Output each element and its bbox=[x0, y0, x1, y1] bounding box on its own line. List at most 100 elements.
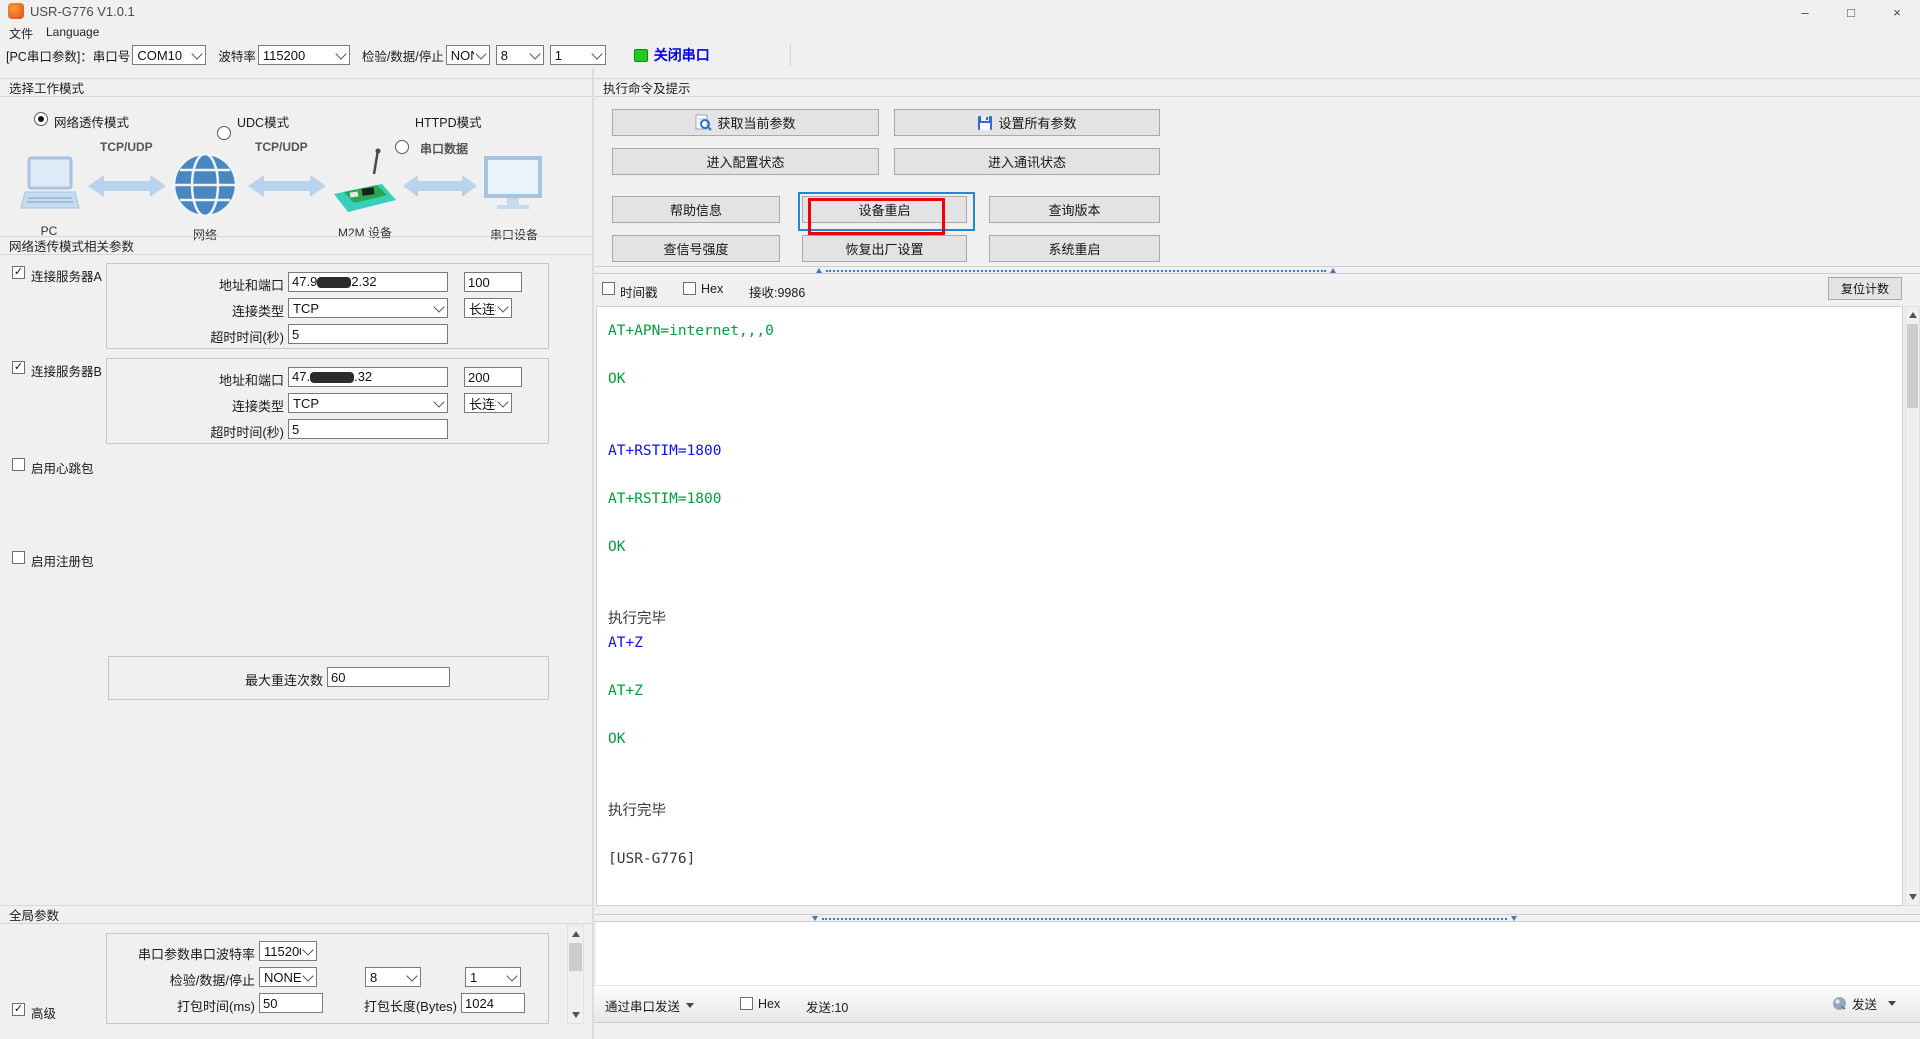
window-title: USR-G776 V1.0.1 bbox=[30, 4, 135, 19]
magnifier-doc-icon bbox=[695, 114, 712, 131]
timestamp-checkbox[interactable] bbox=[602, 282, 615, 295]
chevron-down-icon bbox=[433, 396, 444, 407]
global-stopbits-select[interactable]: 1 bbox=[465, 967, 521, 987]
serverA-type-label: 连接类型 bbox=[107, 301, 284, 320]
serverB-addr-input[interactable]: 47..32 bbox=[288, 367, 448, 387]
terminal-scrollbar[interactable] bbox=[1905, 306, 1920, 906]
diagram-arrow1-label: TCP/UDP bbox=[100, 140, 153, 154]
global-group: 串口波特率 115200 检验/数据/停止 NONE 8 1 打包时间(ms) … bbox=[106, 933, 549, 1024]
close-button[interactable]: × bbox=[1874, 0, 1920, 24]
minimize-button[interactable]: – bbox=[1782, 0, 1828, 24]
global-databits-select[interactable]: 8 bbox=[365, 967, 421, 987]
heartbeat-checkbox[interactable] bbox=[12, 458, 25, 471]
pc-laptop-icon bbox=[18, 156, 80, 214]
send-input-area[interactable] bbox=[596, 922, 1920, 985]
databits-select[interactable]: 8 bbox=[496, 45, 544, 65]
serverA-checkbox[interactable] bbox=[12, 266, 25, 279]
serverB-connmode-select[interactable]: 长连接 bbox=[464, 393, 512, 413]
send-hex-checkbox[interactable] bbox=[740, 997, 753, 1010]
chevron-down-icon bbox=[302, 970, 313, 981]
pc-serial-label: [PC串口参数]：串口号 bbox=[6, 46, 130, 65]
serverB-label: 连接服务器B bbox=[31, 361, 102, 380]
top-splitter[interactable] bbox=[594, 266, 1920, 274]
radio-net-transparent[interactable] bbox=[34, 112, 48, 126]
app-window: USR-G776 V1.0.1 – □ × 文件 Language [PC串口参… bbox=[0, 0, 1920, 1039]
maximize-button[interactable]: □ bbox=[1828, 0, 1874, 24]
serverA-port-input[interactable] bbox=[464, 272, 522, 292]
serverB-port-input[interactable] bbox=[464, 367, 522, 387]
serverA-connmode-select[interactable]: 长连接 bbox=[464, 298, 512, 318]
serverB-timeout-label: 超时时间(秒) bbox=[107, 422, 284, 441]
diagram-arrow3-label: 串口数据 bbox=[420, 140, 468, 157]
send-button[interactable]: 发送 bbox=[1832, 994, 1896, 1013]
advanced-checkbox[interactable] bbox=[12, 1003, 25, 1016]
help-button[interactable]: 帮助信息 bbox=[612, 196, 780, 223]
serial-device-icon bbox=[483, 156, 543, 214]
chevron-down-icon bbox=[433, 301, 444, 312]
heartbeat-label: 启用心跳包 bbox=[31, 458, 94, 477]
scroll-down-icon[interactable] bbox=[568, 1007, 583, 1023]
enter-config-button[interactable]: 进入配置状态 bbox=[612, 148, 879, 175]
com-port-select[interactable]: COM10 bbox=[132, 45, 206, 65]
send-hex-label: Hex bbox=[758, 997, 780, 1011]
query-version-button[interactable]: 查询版本 bbox=[989, 196, 1160, 223]
reconnect-input[interactable] bbox=[327, 667, 450, 687]
close-icon: × bbox=[1893, 5, 1901, 20]
regpack-checkbox[interactable] bbox=[12, 551, 25, 564]
system-restart-button[interactable]: 系统重启 bbox=[989, 235, 1160, 262]
serverB-checkbox[interactable] bbox=[12, 361, 25, 374]
scroll-up-icon[interactable] bbox=[1906, 307, 1919, 323]
scroll-down-icon[interactable] bbox=[1906, 889, 1919, 905]
serverA-group: 地址和端口 47.92.32 连接类型 TCP 长连接 超时时间(秒) bbox=[106, 263, 549, 349]
serverA-type-select[interactable]: TCP bbox=[288, 298, 448, 318]
pack-time-input[interactable] bbox=[259, 993, 323, 1013]
recv-hex-checkbox[interactable] bbox=[683, 282, 696, 295]
serverA-timeout-input[interactable] bbox=[288, 324, 448, 344]
terminal-line: AT+RSTIM=1800 bbox=[608, 439, 1902, 463]
left-scrollbar[interactable] bbox=[567, 925, 584, 1024]
terminal-line: AT+APN=internet,,,0 bbox=[608, 319, 1902, 343]
send-via-dropdown[interactable]: 通过串口发送 bbox=[605, 996, 694, 1015]
serverA-addr-input[interactable]: 47.92.32 bbox=[288, 272, 448, 292]
radio-net-transparent-label: 网络透传模式 bbox=[54, 112, 129, 131]
menu-file[interactable]: 文件 bbox=[9, 25, 33, 42]
global-parity-label: 检验/数据/停止 bbox=[107, 970, 255, 989]
chevron-down-icon bbox=[497, 396, 508, 407]
baud-label: 波特率 bbox=[218, 46, 256, 65]
reconnect-label: 最大重连次数 bbox=[109, 670, 323, 689]
pack-len-input[interactable] bbox=[461, 993, 525, 1013]
get-params-button[interactable]: 获取当前参数 bbox=[612, 109, 879, 136]
terminal-output[interactable]: AT+APN=internet,,,0OKAT+RSTIM=1800AT+RST… bbox=[596, 306, 1903, 906]
signal-strength-button[interactable]: 查信号强度 bbox=[612, 235, 780, 262]
recv-count: 接收:9986 bbox=[749, 282, 805, 301]
scroll-up-icon[interactable] bbox=[568, 926, 583, 942]
radio-httpd-label: HTTPD模式 bbox=[415, 112, 482, 131]
factory-reset-button[interactable]: 恢复出厂设置 bbox=[802, 235, 967, 262]
global-parity-select[interactable]: NONE bbox=[259, 967, 317, 987]
left-panel: 选择工作模式 网络透传模式 UDC模式 HTTPD模式 TCP/UDP TCP/… bbox=[0, 68, 592, 1039]
close-port-button[interactable]: 关闭串口 bbox=[654, 45, 710, 65]
serverB-timeout-input[interactable] bbox=[288, 419, 448, 439]
baud-select[interactable]: 115200 bbox=[258, 45, 350, 65]
stopbits-select[interactable]: 1 bbox=[550, 45, 606, 65]
chevron-down-icon bbox=[192, 48, 203, 59]
global-baud-select[interactable]: 115200 bbox=[259, 941, 317, 961]
recv-hex-label: Hex bbox=[701, 282, 723, 296]
parity-select[interactable]: NONE bbox=[446, 45, 490, 65]
advanced-label: 高级 bbox=[31, 1003, 56, 1022]
arrow-icon bbox=[403, 173, 477, 199]
chevron-down-icon bbox=[335, 48, 346, 59]
pack-len-label: 打包长度(Bytes) bbox=[337, 996, 457, 1015]
device-restart-button[interactable]: 设备重启 bbox=[802, 196, 967, 223]
chevron-down-icon bbox=[302, 944, 313, 955]
bottom-splitter[interactable] bbox=[594, 914, 1920, 922]
scrollbar-thumb[interactable] bbox=[1907, 324, 1918, 408]
scrollbar-thumb[interactable] bbox=[569, 943, 582, 971]
set-params-button[interactable]: 设置所有参数 bbox=[894, 109, 1160, 136]
enter-comm-button[interactable]: 进入通讯状态 bbox=[894, 148, 1160, 175]
menu-language[interactable]: Language bbox=[46, 25, 99, 39]
serverB-type-select[interactable]: TCP bbox=[288, 393, 448, 413]
reset-count-button[interactable]: 复位计数 bbox=[1828, 277, 1902, 300]
title-bar: USR-G776 V1.0.1 – □ × bbox=[0, 0, 1920, 22]
radio-udc[interactable] bbox=[217, 126, 231, 140]
